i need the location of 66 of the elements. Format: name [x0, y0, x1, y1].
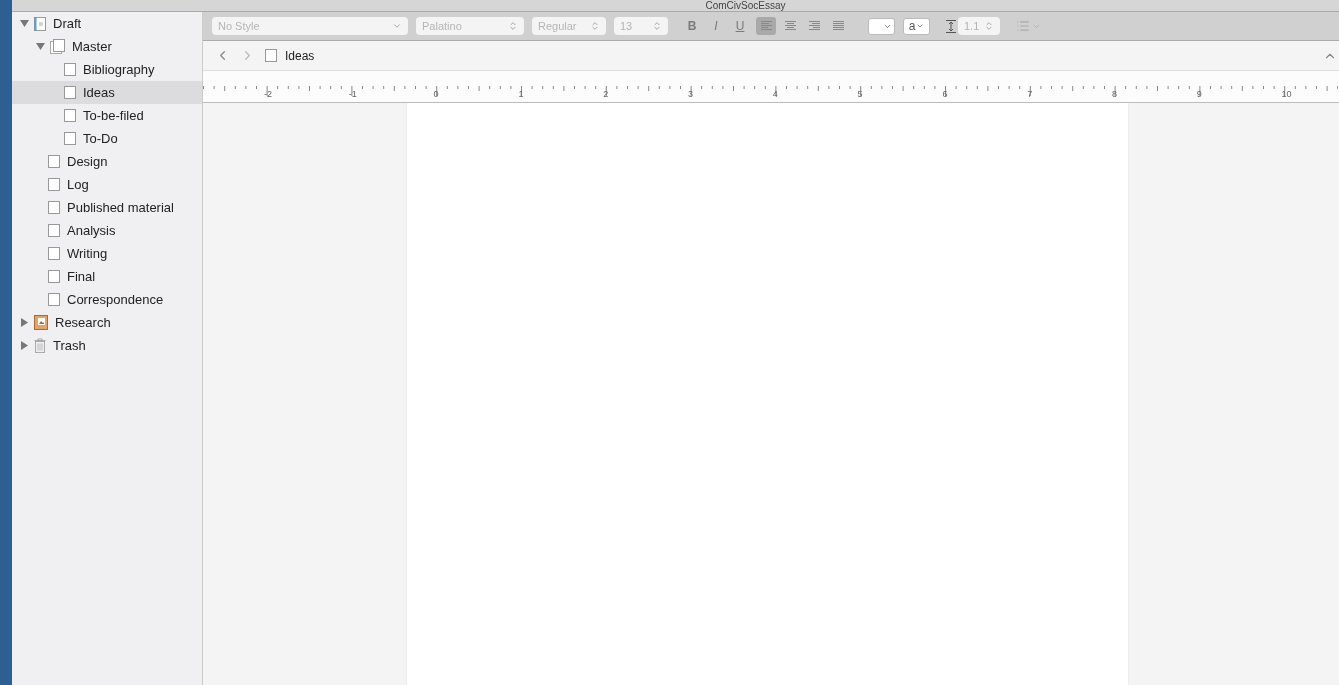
- binder-item[interactable]: To-Do: [12, 127, 202, 150]
- page-icon: [48, 224, 60, 237]
- page-icon: [48, 270, 60, 283]
- document-title: Ideas: [285, 47, 315, 65]
- title-bar: ComCivSocEssay: [12, 0, 1339, 12]
- line-spacing-icon: [946, 19, 956, 33]
- expanded-triangle-icon[interactable]: [36, 42, 45, 51]
- ruler-label: 8: [1112, 90, 1117, 99]
- binder-item[interactable]: Trash: [12, 334, 202, 357]
- stepper-icon: [508, 21, 518, 31]
- page-icon: [48, 201, 60, 214]
- align-justify-icon: [832, 21, 844, 31]
- document-icon: [34, 16, 46, 31]
- ruler-label: 4: [772, 90, 778, 99]
- collapsed-triangle-icon[interactable]: [20, 341, 29, 350]
- stacked-pages-icon: [50, 39, 65, 54]
- chevron-down-icon: [392, 21, 402, 31]
- page-icon: [265, 49, 277, 62]
- align-left-icon: [760, 21, 772, 31]
- binder-item[interactable]: Log: [12, 173, 202, 196]
- align-right-icon: [808, 21, 820, 31]
- ruler-label: 5: [857, 90, 863, 99]
- ruler-label: 3: [688, 90, 693, 99]
- list-dropdown[interactable]: [1016, 19, 1041, 33]
- ruler-label: 9: [1196, 90, 1202, 99]
- page-icon: [64, 86, 76, 99]
- binder-item[interactable]: Draft: [12, 12, 202, 35]
- ruler-label: 2: [603, 90, 609, 99]
- ruler-label: -1: [348, 90, 357, 99]
- page-icon: [48, 247, 60, 260]
- ruler-label: 1: [518, 90, 524, 99]
- list-icon: [1016, 19, 1030, 33]
- binder-item[interactable]: Ideas: [12, 81, 202, 104]
- highlight-dropdown[interactable]: a: [903, 17, 930, 35]
- binder-item[interactable]: Analysis: [12, 219, 202, 242]
- page-icon: [48, 178, 60, 191]
- align-center-icon: [784, 21, 796, 31]
- binder-item[interactable]: To-be-filed: [12, 104, 202, 127]
- page-icon: [64, 109, 76, 122]
- page-icon: [64, 63, 76, 76]
- ruler-label: -2: [264, 90, 272, 99]
- binder-item[interactable]: Correspondence: [12, 288, 202, 311]
- page-icon: [48, 155, 60, 168]
- text-color-dropdown[interactable]: [868, 17, 895, 35]
- expanded-triangle-icon[interactable]: [20, 19, 29, 28]
- page-icon: [64, 132, 76, 145]
- ruler-label: 7: [1027, 90, 1033, 99]
- collapsed-triangle-icon[interactable]: [20, 318, 29, 327]
- stepper-icon: [652, 21, 662, 31]
- chevron-down-icon: [916, 22, 925, 30]
- binder-item[interactable]: Bibliography: [12, 58, 202, 81]
- binder-item[interactable]: Research: [12, 311, 202, 334]
- binder-item[interactable]: Writing: [12, 242, 202, 265]
- stepper-icon: [590, 21, 600, 31]
- binder-item[interactable]: Final: [12, 265, 202, 288]
- trash-icon: [34, 338, 46, 353]
- folder-book-icon: [34, 315, 48, 330]
- binder-item[interactable]: Master: [12, 35, 202, 58]
- binder-item[interactable]: Published material: [12, 196, 202, 219]
- align-left-button[interactable]: [756, 17, 776, 35]
- binder-item[interactable]: Design: [12, 150, 202, 173]
- page-icon: [48, 293, 60, 306]
- ruler-label: 6: [942, 90, 948, 99]
- stepper-icon: [984, 21, 994, 31]
- ruler-label: 0: [433, 90, 439, 99]
- ruler-label: 10: [1281, 90, 1292, 99]
